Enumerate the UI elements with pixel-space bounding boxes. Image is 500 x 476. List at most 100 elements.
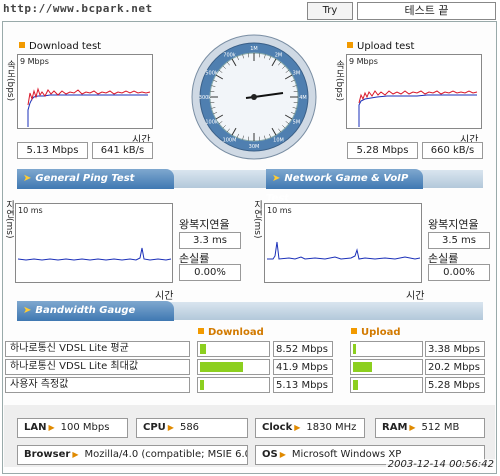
speed-gauge: 1M 2M 3M 4M 5M 10M 30M 100M 100k 300k 500k 700k (191, 34, 317, 160)
upload-bar (350, 377, 423, 393)
download-bar (197, 359, 270, 375)
bandwidth-upload-header: Upload (351, 327, 400, 338)
gauge-tick-label: 500k (205, 71, 218, 77)
ram-info: RAM ▶ 512 MB (375, 418, 485, 438)
download-bar-fill (200, 362, 243, 372)
upload-graph: 9 Mbps (346, 54, 482, 129)
bullet-icon (351, 328, 357, 334)
download-graph-lines (27, 87, 151, 127)
cpu-label: CPU (143, 422, 166, 433)
gauge-tick-label: 100M (223, 137, 237, 143)
download-row-value: 41.9 Mbps (273, 359, 333, 375)
upload-speed-kbs: 660 kB/s (422, 142, 483, 159)
upload-row-value: 5.28 Mbps (425, 377, 485, 393)
bandwidth-download-header-text: Download (208, 327, 264, 338)
cpu-info: CPU ▶ 586 (136, 418, 248, 438)
upload-y-label: 속도(bps) (334, 60, 344, 102)
game-graph: 10 ms (264, 203, 422, 283)
ping-graph-line (17, 247, 172, 261)
gauge-hub (251, 94, 257, 100)
arrow-right-icon: ▶ (167, 423, 174, 432)
ping-rtt-value: 3.3 ms (179, 232, 241, 249)
upload-title: Upload test (347, 41, 414, 52)
upload-speed-mbps: 5.28 Mbps (347, 142, 418, 159)
bullet-icon (347, 42, 353, 48)
browser-label: Browser (24, 449, 71, 460)
os-label: OS (262, 449, 278, 460)
clock-label: Clock (262, 422, 293, 433)
bandwidth-row-label: 사용자 측정값 (5, 377, 190, 393)
upload-title-text: Upload test (357, 41, 415, 52)
try-again-button[interactable]: Try again (307, 2, 353, 32)
gauge-tick-label: 100k (205, 120, 218, 126)
tab-bandwidth-gauge[interactable]: ➤ Bandwidth Gauge (17, 301, 174, 321)
browser-value: Mozilla/4.0 (compatible; MSIE 6.0 (84, 449, 248, 460)
upload-bar (350, 359, 423, 375)
timestamp: 2003-12-14 00:56:42 (385, 459, 496, 470)
bandwidth-row-label: 하나로통신 VDSL Lite 평균 (5, 341, 190, 357)
download-speed-kbs: 641 kB/s (92, 142, 153, 159)
gauge-tick-label: 300k (199, 95, 212, 101)
download-bar-fill (200, 380, 204, 390)
tab-general-ping[interactable]: ➤ General Ping Test (17, 169, 174, 189)
arrow-right-icon: ▶ (409, 423, 416, 432)
game-x-label: 시간 (406, 291, 425, 302)
upload-graph-lines (358, 90, 478, 127)
lan-label: LAN (24, 422, 47, 433)
arrow-right-icon: ➤ (272, 173, 281, 184)
arrow-right-icon: ➤ (23, 305, 32, 316)
test-status: 테스트 끝 (357, 2, 496, 20)
ram-label: RAM (382, 422, 408, 433)
tab-general-ping-label: General Ping Test (35, 173, 135, 184)
browser-info: Browser ▶ Mozilla/4.0 (compatible; MSIE 6.… (17, 445, 248, 465)
download-graph: 9 Mbps (17, 54, 153, 129)
download-row-value: 5.13 Mbps (273, 377, 333, 393)
ping-loss-value: 0.00% (179, 264, 241, 281)
game-graph-line (267, 241, 421, 260)
ram-value: 512 MB (421, 422, 460, 433)
site-watermark: http://www.bcpark.net (3, 2, 153, 15)
gauge-tick-label: 30M (249, 144, 260, 150)
clock-info: Clock ▶ 1830 MHz (255, 418, 365, 438)
bandwidth-row-label: 하나로통신 VDSL Lite 최대값 (5, 359, 190, 375)
ping-graph: 10 ms (15, 203, 173, 283)
upload-row-value: 3.38 Mbps (425, 341, 485, 357)
upload-row-value: 20.2 Mbps (425, 359, 485, 375)
download-title: Download test (19, 41, 101, 52)
gauge-tick-label: 1M (250, 46, 258, 52)
gauge-tick-label: 4M (299, 95, 307, 101)
arrow-right-icon: ➤ (23, 173, 32, 184)
lan-value: 100 Mbps (60, 422, 110, 433)
clock-value: 1830 MHz (306, 422, 357, 433)
upload-bar-fill (353, 362, 372, 372)
download-bar (197, 377, 270, 393)
bullet-icon (19, 42, 25, 48)
bandwidth-upload-header-text: Upload (361, 327, 401, 338)
arrow-right-icon: ▶ (48, 423, 55, 432)
gauge-tick-label: 2M (275, 53, 283, 59)
gauge-tick-label: 5M (293, 120, 301, 126)
arrow-right-icon: ▶ (294, 423, 301, 432)
game-rtt-value: 3.5 ms (428, 232, 490, 249)
download-bar (197, 341, 270, 357)
gauge-tick-label: 3M (293, 71, 301, 77)
upload-bar (350, 341, 423, 357)
download-title-text: Download test (29, 41, 102, 52)
game-loss-value: 0.00% (428, 264, 490, 281)
ping-x-label: 시간 (155, 291, 174, 302)
cpu-value: 586 (179, 422, 200, 433)
bullet-icon (198, 328, 204, 334)
upload-bar-fill (353, 344, 356, 354)
game-y-label: 지연(ms) (252, 200, 262, 239)
download-y-label: 속도(bps) (5, 60, 15, 102)
download-speed-mbps: 5.13 Mbps (17, 142, 88, 159)
download-bar-fill (200, 344, 206, 354)
download-row-value: 8.52 Mbps (273, 341, 333, 357)
gauge-tick-label: 700k (223, 53, 236, 59)
tab-bandwidth-gauge-label: Bandwidth Gauge (35, 305, 136, 316)
game-rtt-label: 왕복지연율 (428, 218, 479, 231)
arrow-right-icon: ▶ (279, 450, 286, 459)
tab-network-game[interactable]: ➤ Network Game & VoIP Test (266, 169, 423, 204)
arrow-right-icon: ▶ (72, 450, 79, 459)
bandwidth-download-header: Download (198, 327, 264, 338)
